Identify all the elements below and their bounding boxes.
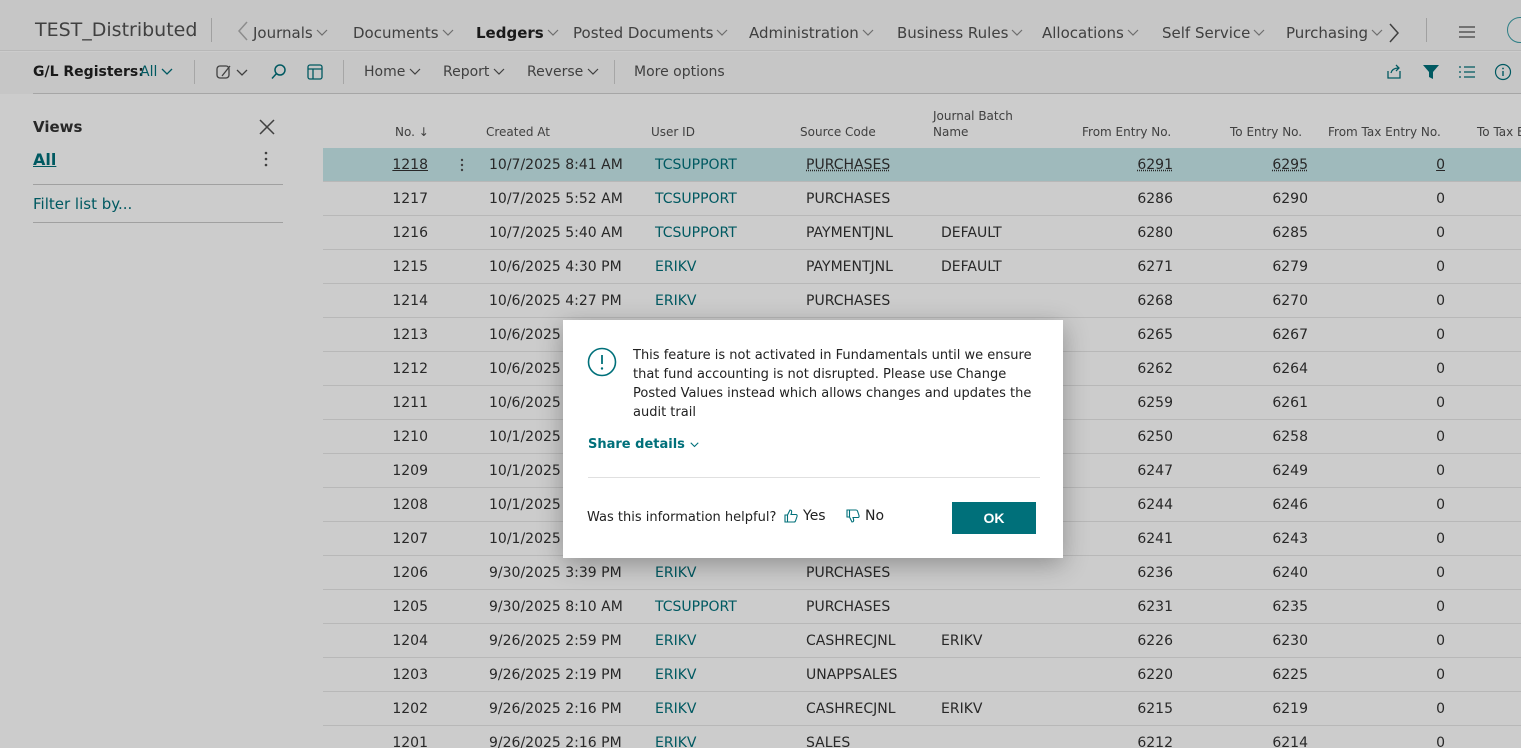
dialog-divider <box>588 477 1040 478</box>
helpful-no-button[interactable]: No <box>846 508 884 524</box>
dialog-message: This feature is not activated in Fundame… <box>633 348 1032 420</box>
helpful-no-label: No <box>865 508 885 524</box>
helpful-yes-button[interactable]: Yes <box>784 508 826 524</box>
helpful-yes-label: Yes <box>803 508 826 524</box>
message-dialog: This feature is not activated in Fundame… <box>563 320 1063 558</box>
chevron-down-icon <box>690 441 699 447</box>
thumbs-up-icon <box>784 509 798 523</box>
share-details-button[interactable]: Share details <box>588 437 699 452</box>
thumbs-down-icon <box>846 509 860 523</box>
info-exclamation-icon <box>587 347 617 377</box>
share-details-label: Share details <box>588 437 685 452</box>
helpful-question: Was this information helpful? <box>587 510 777 525</box>
ok-button[interactable]: OK <box>952 502 1036 534</box>
